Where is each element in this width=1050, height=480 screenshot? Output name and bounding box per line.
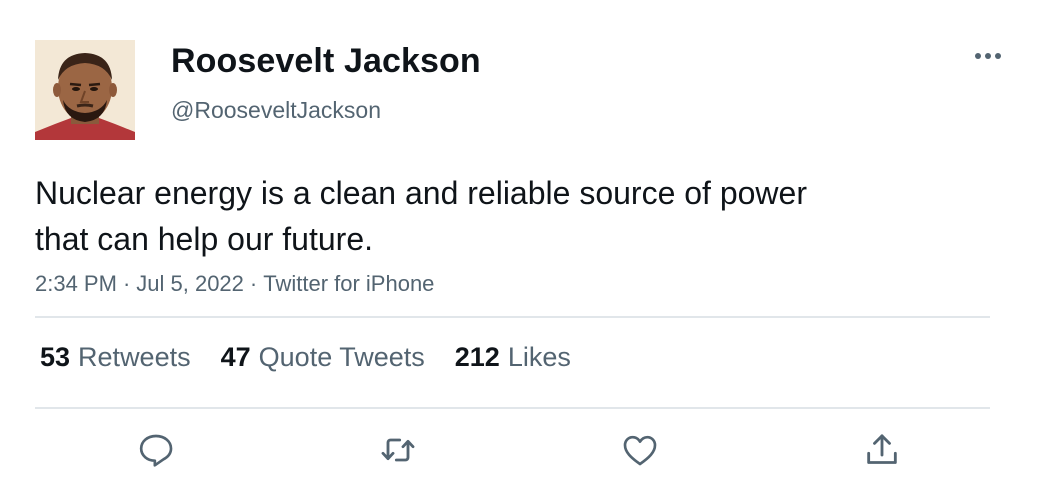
more-horizontal-icon (975, 53, 1001, 59)
tweet-date[interactable]: Jul 5, 2022 (136, 271, 244, 296)
quote-tweets-stat[interactable]: 47 Quote Tweets (221, 342, 425, 373)
avatar[interactable] (35, 40, 135, 140)
divider (35, 316, 990, 318)
tweet-meta: 2:34 PM · Jul 5, 2022 · Twitter for iPhone (35, 271, 434, 297)
like-button[interactable] (618, 428, 662, 472)
meta-separator: · (249, 271, 258, 296)
quote-tweets-count: 47 (220, 342, 251, 372)
like-icon (623, 435, 657, 466)
reply-icon (139, 434, 173, 467)
meta-separator: · (122, 271, 131, 296)
share-button[interactable] (860, 428, 904, 472)
author-handle[interactable]: @RooseveltJackson (171, 97, 381, 124)
likes-count: 212 (454, 342, 500, 372)
retweets-stat[interactable]: 53 Retweets (40, 342, 191, 373)
tweet-stats: 53 Retweets 47 Quote Tweets 212 Likes (40, 342, 571, 373)
divider (35, 407, 990, 409)
retweets-label: Retweets (78, 342, 191, 372)
likes-label: Likes (507, 342, 571, 372)
likes-stat[interactable]: 212 Likes (455, 342, 571, 373)
retweets-count: 53 (40, 342, 71, 372)
tweet-text: Nuclear energy is a clean and reliable s… (35, 175, 807, 257)
tweet-actions (0, 428, 1050, 472)
more-options-button[interactable] (970, 44, 1006, 68)
tweet-source[interactable]: Twitter for iPhone (263, 271, 434, 296)
author-display-name[interactable]: Roosevelt Jackson (171, 42, 481, 81)
reply-button[interactable] (134, 428, 178, 472)
quote-tweets-label: Quote Tweets (258, 342, 425, 372)
retweet-icon (381, 438, 415, 462)
share-icon (867, 434, 897, 464)
retweet-button[interactable] (376, 428, 420, 472)
tweet-time[interactable]: 2:34 PM (35, 271, 117, 296)
